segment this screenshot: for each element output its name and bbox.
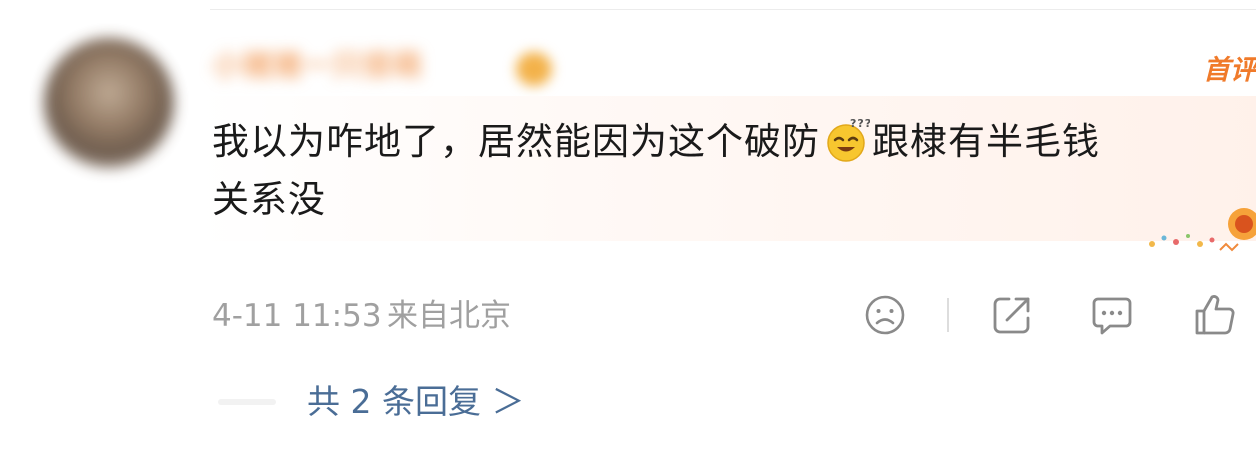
comment-location: 来自北京 [387, 298, 511, 334]
action-divider [947, 298, 949, 332]
share-icon[interactable] [990, 293, 1034, 337]
username[interactable]: 小猪猪一只很萌 [212, 47, 512, 87]
first-comment-badge: 首评 [1203, 55, 1256, 86]
like-thumb-icon[interactable] [1193, 293, 1237, 337]
comment-text-part-2: 跟棣有半毛钱 [872, 120, 1100, 163]
top-divider [210, 9, 1256, 10]
comment-timestamp: 4-11 11:53 [212, 298, 382, 334]
comment-icon[interactable] [1090, 293, 1134, 337]
comment-line-2: 关系没 [212, 178, 326, 221]
view-replies-link[interactable]: 共 2 条回复 ＞ [307, 381, 524, 423]
comment-text: 我以为咋地了，居然能因为这个破防 ??? 跟棣有半毛钱 关系没 [212, 113, 1256, 229]
reply-indent-mark [218, 399, 276, 405]
avatar[interactable] [44, 38, 174, 168]
confetti-decoration-icon [1149, 208, 1256, 252]
dizzy-smile-emoji-icon: ??? [827, 117, 870, 162]
user-badge-icon [516, 52, 552, 86]
comment-line-1: 我以为咋地了，居然能因为这个破防 ??? 跟棣有半毛钱 [212, 113, 1256, 171]
dislike-face-icon[interactable] [863, 293, 907, 337]
svg-text:???: ??? [850, 117, 870, 130]
comment-text-part-1: 我以为咋地了，居然能因为这个破防 [212, 120, 820, 163]
